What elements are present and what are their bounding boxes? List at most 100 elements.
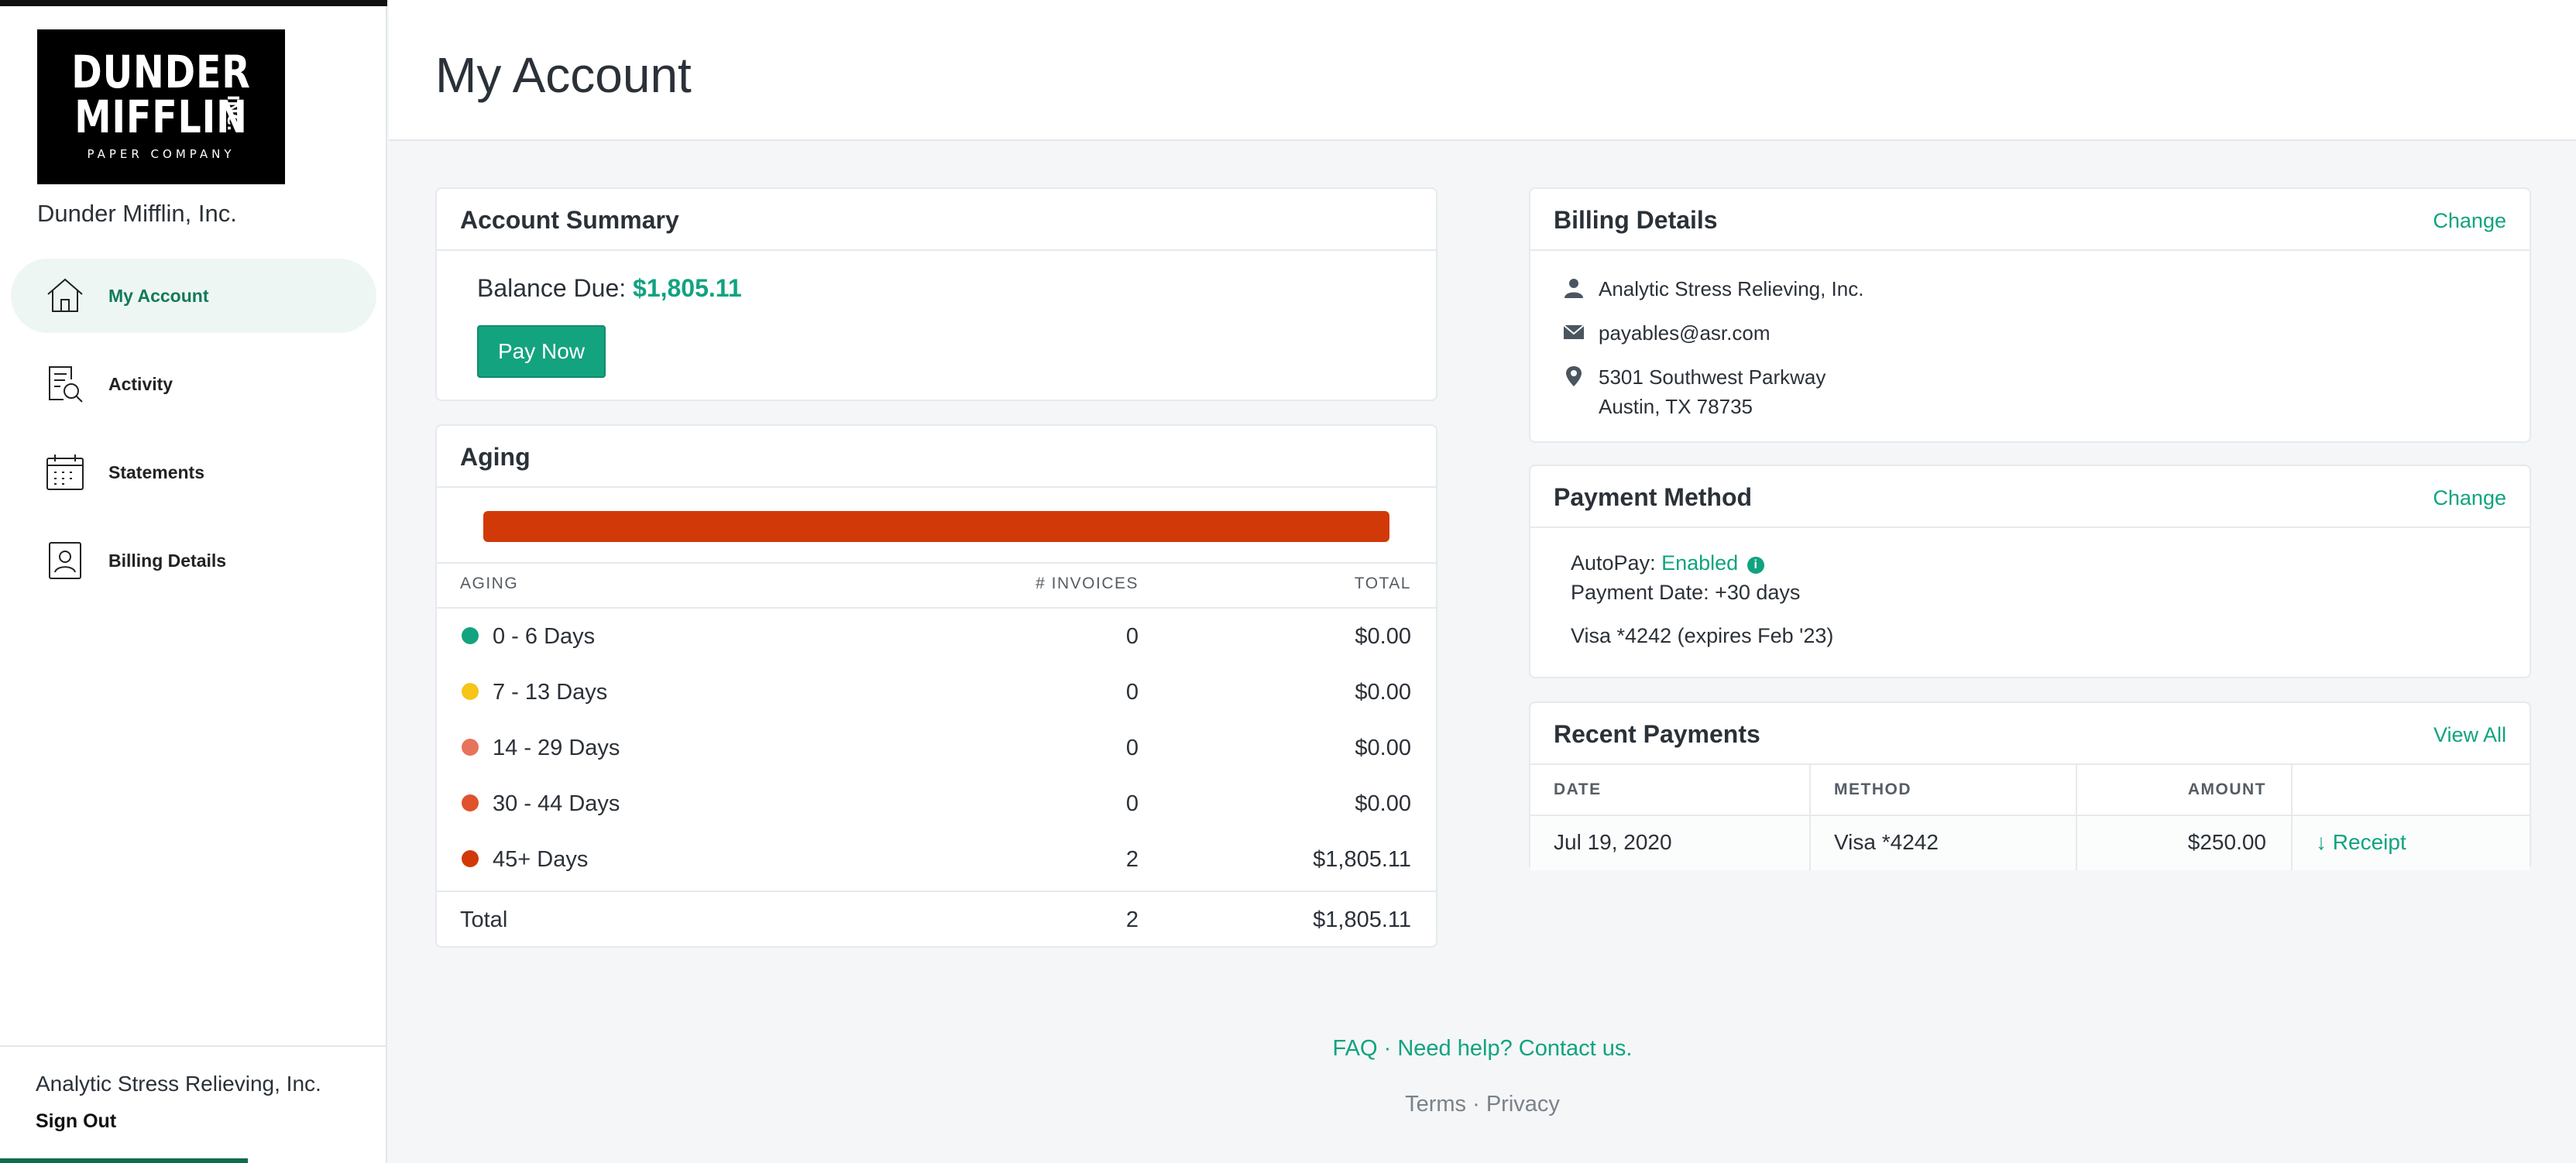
aging-progress-bar [483, 511, 1389, 542]
location-pin-icon [1566, 366, 1582, 386]
divider [437, 562, 1436, 564]
sidebar-top-bar [0, 0, 387, 6]
pay-now-button[interactable]: Pay Now [477, 325, 606, 378]
calendar-icon [45, 452, 85, 492]
card-title: Recent Payments [1554, 720, 1760, 748]
user-name: Analytic Stress Relieving, Inc. [36, 1072, 321, 1096]
aging-invoice-count: 0 [1125, 736, 1139, 760]
change-payment-method-link[interactable]: Change [2433, 486, 2506, 510]
card-header: Aging [437, 426, 1436, 488]
autopay-value: Enabled [1661, 551, 1739, 575]
info-icon[interactable]: i [1747, 557, 1764, 574]
card-header: Billing Details Change [1530, 189, 2530, 251]
sidebar-item-label: My Account [108, 285, 209, 306]
footer-legal-links: Terms · Privacy [389, 1092, 2576, 1117]
aging-invoice-count: 0 [1125, 680, 1139, 705]
table-row: 7 - 13 Days 0 $0.00 [437, 664, 1436, 720]
sidebar-item-statements[interactable]: Statements [11, 435, 376, 509]
aging-invoice-count: 0 [1125, 624, 1139, 649]
logo-line1: DUNDER [71, 46, 251, 98]
autopay-status: AutoPay: Enabled i [1571, 551, 1764, 575]
payment-date: Payment Date: +30 days [1571, 581, 1801, 604]
sidebar-item-label: Billing Details [108, 550, 227, 571]
footer-separator: · [1383, 1036, 1392, 1061]
page-title: My Account [435, 47, 692, 103]
balance-due: Balance Due: $1,805.11 [477, 274, 742, 303]
terms-link[interactable]: Terms [1405, 1092, 1466, 1117]
card-title: Payment Method [1554, 483, 1753, 511]
payment-method-cell: Visa *4242 [1834, 830, 1939, 854]
aging-total: $0.00 [1355, 791, 1411, 816]
aging-color-dot [462, 627, 479, 644]
sidebar-item-activity[interactable]: Activity [11, 347, 376, 421]
card-on-file: Visa *4242 (expires Feb '23) [1571, 624, 1834, 647]
aging-color-dot [462, 794, 479, 811]
footer-help-links: FAQ · Need help? Contact us. [389, 1036, 2576, 1062]
card-header: Payment Method Change [1530, 466, 2530, 528]
col-header-total: TOTAL [1354, 575, 1411, 592]
aging-color-dot [462, 683, 479, 700]
card-header: Recent Payments View All [1530, 703, 2530, 765]
change-billing-link[interactable]: Change [2433, 209, 2506, 233]
account-summary-card: Account Summary Balance Due: $1,805.11 P… [435, 187, 1437, 401]
billing-name: Analytic Stress Relieving, Inc. [1599, 277, 1864, 300]
sidebar: DUNDER MIFFLIN INC. PAPER COMPANY Dunder… [0, 0, 387, 1163]
privacy-link[interactable]: Privacy [1486, 1092, 1560, 1117]
total-label: Total [460, 907, 508, 932]
payment-amount-cell: $250.00 [2187, 830, 2266, 854]
aging-color-dot [462, 739, 479, 756]
table-row: 14 - 29 Days 0 $0.00 [437, 720, 1436, 776]
aging-color-dot [462, 850, 479, 867]
card-title: Billing Details [1554, 206, 1718, 234]
billing-address-line2: Austin, TX 78735 [1599, 395, 1753, 418]
sidebar-item-my-account[interactable]: My Account [11, 259, 376, 333]
aging-invoice-count: 0 [1125, 791, 1139, 816]
col-header-invoices: # INVOICES [1036, 575, 1139, 592]
logo-subtitle: PAPER COMPANY [87, 147, 235, 161]
sidebar-user-section: Analytic Stress Relieving, Inc. Sign Out [0, 1045, 387, 1163]
aging-total: $1,805.11 [1313, 847, 1411, 872]
aging-bucket-label: 0 - 6 Days [493, 624, 596, 649]
total-count: 2 [1125, 907, 1139, 932]
balance-value: $1,805.11 [633, 274, 742, 302]
person-icon [1564, 279, 1583, 298]
card-title: Aging [460, 443, 531, 471]
sidebar-item-label: Statements [108, 461, 204, 482]
logo-inc: INC. [223, 94, 242, 132]
document-search-icon [45, 364, 85, 404]
aging-total: $0.00 [1355, 624, 1411, 649]
col-header-method: METHOD [1834, 780, 1911, 798]
company-logo[interactable]: DUNDER MIFFLIN INC. PAPER COMPANY [37, 29, 285, 184]
table-row: 30 - 44 Days 0 $0.00 [437, 776, 1436, 832]
table-row: 45+ Days 2 $1,805.11 [437, 832, 1436, 887]
sign-out-link[interactable]: Sign Out [36, 1110, 116, 1133]
contact-card-icon [45, 540, 85, 581]
view-all-payments-link[interactable]: View All [2433, 723, 2506, 747]
company-name: Dunder Mifflin, Inc. [37, 200, 237, 227]
col-header-date: DATE [1554, 780, 1602, 798]
aging-total-row: Total 2 $1,805.11 [437, 892, 1436, 948]
payments-table-header: DATE METHOD AMOUNT [1530, 765, 2530, 816]
recent-payments-card: Recent Payments View All DATE METHOD AMO… [1529, 702, 2531, 870]
faq-link[interactable]: FAQ [1333, 1036, 1378, 1061]
receipt-link[interactable]: ↓ Receipt [2316, 830, 2406, 855]
sidebar-bottom-bar [0, 1158, 248, 1163]
total-amount: $1,805.11 [1313, 907, 1411, 932]
sidebar-item-billing-details[interactable]: Billing Details [11, 523, 376, 598]
footer-separator: · [1472, 1092, 1480, 1117]
balance-label: Balance Due: [477, 274, 627, 302]
card-header: Account Summary [437, 189, 1436, 251]
payment-method-card: Payment Method Change AutoPay: Enabled i… [1529, 465, 2531, 678]
aging-bucket-label: 45+ Days [493, 847, 589, 872]
card-title: Account Summary [460, 206, 679, 234]
autopay-label: AutoPay: [1571, 551, 1656, 575]
billing-email: payables@asr.com [1599, 321, 1771, 345]
billing-address-line1: 5301 Southwest Parkway [1599, 365, 1826, 389]
envelope-icon [1563, 324, 1585, 339]
sidebar-nav: My Account Activity Statements Billing D… [11, 259, 376, 612]
col-header-aging: AGING [460, 575, 519, 592]
aging-bucket-label: 30 - 44 Days [493, 791, 620, 816]
aging-invoice-count: 2 [1125, 847, 1139, 872]
aging-total: $0.00 [1355, 680, 1411, 705]
contact-link[interactable]: Need help? Contact us. [1397, 1036, 1632, 1061]
